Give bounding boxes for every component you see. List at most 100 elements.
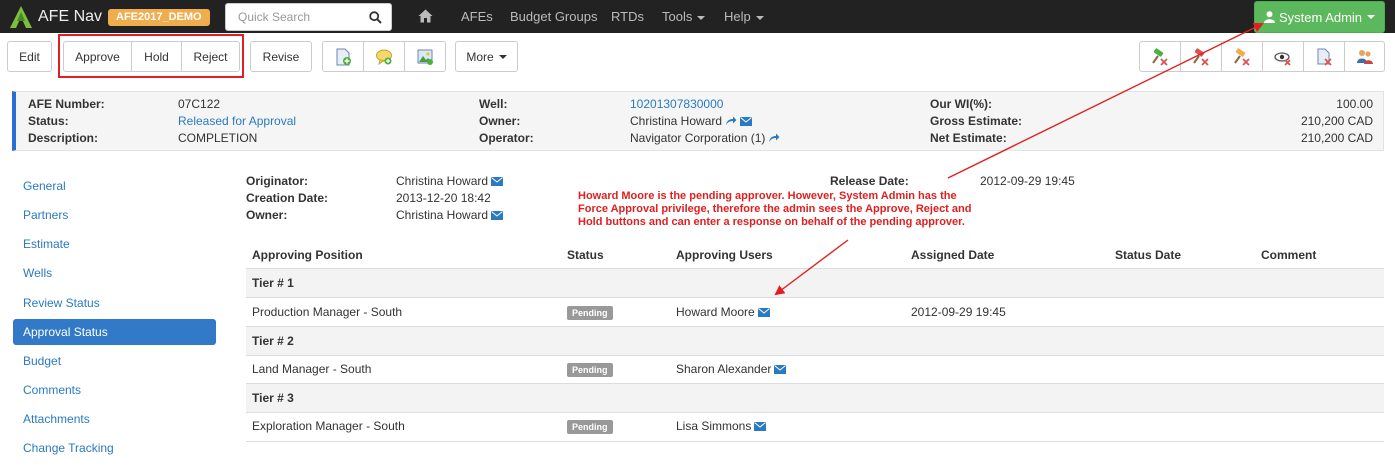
more-dropdown-button[interactable]: More: [455, 41, 518, 72]
nav-help-label: Help: [724, 9, 751, 24]
share-icon[interactable]: [725, 116, 737, 126]
sidebar-item-partners[interactable]: Partners: [13, 202, 216, 228]
sidebar-item-comments[interactable]: Comments: [13, 377, 216, 403]
hide-button[interactable]: [1262, 41, 1304, 72]
nav-budget-groups[interactable]: Budget Groups: [510, 9, 597, 25]
share-icon[interactable]: [768, 133, 780, 143]
gavel-green-icon: [1152, 47, 1168, 66]
image-attachment-icon: [417, 49, 433, 65]
quick-search[interactable]: [225, 3, 392, 31]
well-label: Well:: [479, 97, 508, 111]
annotation-line-3: Hold buttons and can enter a response on…: [578, 216, 965, 228]
sidebar-item-approval-status[interactable]: Approval Status: [13, 319, 216, 345]
approve-all-button[interactable]: [1139, 41, 1181, 72]
add-comment-button[interactable]: [363, 41, 405, 72]
sidebar-item-general[interactable]: General: [13, 173, 216, 199]
tier-group-row: Tier # 3: [246, 384, 1384, 412]
operator-label: Operator:: [479, 131, 534, 145]
reject-all-button[interactable]: [1180, 41, 1222, 72]
originator-value: Christina Howard: [396, 173, 504, 189]
row-divider: [246, 441, 1384, 442]
brand[interactable]: AFE Nav: [9, 5, 102, 29]
approving-position: Production Manager - South: [252, 305, 403, 319]
sidebar-item-wells[interactable]: Wells: [13, 260, 216, 286]
approving-user: Lisa Simmons: [676, 418, 767, 434]
column-header-assigned-date: Assigned Date: [911, 248, 995, 262]
tier-label: Tier # 3: [252, 391, 294, 405]
sidebar-item-budget[interactable]: Budget: [13, 348, 216, 374]
search-input[interactable]: [226, 4, 356, 30]
tier-group-row: Tier # 1: [246, 269, 1384, 297]
users-icon: [1356, 49, 1373, 64]
chevron-down-icon: [1367, 15, 1376, 19]
column-header-status-date: Status Date: [1115, 248, 1182, 262]
add-attachment-button[interactable]: [404, 41, 446, 72]
status-badge: Pending: [567, 306, 613, 320]
release-date-label: Release Date:: [830, 174, 909, 188]
annotation-line-2: Force Approval privilege, therefore the …: [578, 203, 972, 215]
status-badge: Pending: [567, 420, 613, 434]
status-link[interactable]: Released for Approval: [178, 113, 296, 129]
tier-group-row: Tier # 2: [246, 327, 1384, 355]
mail-icon[interactable]: [740, 117, 753, 126]
operator-name: Navigator Corporation (1): [630, 131, 766, 145]
user-menu-button[interactable]: System Admin: [1254, 1, 1385, 33]
row-divider: [246, 412, 1384, 413]
description-label: Description:: [28, 131, 99, 145]
operator-value: Navigator Corporation (1): [630, 130, 780, 146]
mail-icon[interactable]: [774, 365, 787, 374]
details-owner-label: Owner:: [246, 208, 288, 222]
mail-icon[interactable]: [491, 211, 504, 220]
edit-button[interactable]: Edit: [7, 41, 52, 72]
sidebar-item-review-status[interactable]: Review Status: [13, 290, 216, 316]
creation-date-label: Creation Date:: [246, 191, 329, 205]
approving-position: Exploration Manager - South: [252, 419, 405, 433]
nav-tools-label: Tools: [662, 9, 693, 24]
nav-rtds[interactable]: RTDs: [611, 9, 644, 25]
originator-label: Originator:: [246, 174, 308, 188]
nav-afes[interactable]: AFEs: [461, 9, 493, 25]
mail-icon[interactable]: [491, 177, 504, 186]
search-icon[interactable]: [369, 11, 382, 24]
user-name: System Admin: [1278, 9, 1363, 25]
reject-button[interactable]: Reject: [181, 41, 240, 72]
new-document-button[interactable]: [322, 41, 364, 72]
afe-number-label: AFE Number:: [28, 97, 105, 111]
mail-icon[interactable]: [754, 422, 767, 431]
chevron-down-icon: [498, 54, 507, 59]
home-icon[interactable]: [418, 9, 433, 23]
well-link[interactable]: 10201307830000: [630, 96, 723, 112]
gross-estimate-label: Gross Estimate:: [930, 114, 1023, 128]
owner-label: Owner:: [479, 114, 521, 128]
nav-tools[interactable]: Tools: [662, 9, 706, 25]
afe-header-panel: AFE Number: 07C122 Status: Released for …: [12, 91, 1384, 151]
document-remove-icon: [1317, 48, 1332, 66]
sidebar-item-change-tracking[interactable]: Change Tracking: [13, 435, 216, 461]
approve-button[interactable]: Approve: [63, 41, 132, 72]
approving-user: Howard Moore: [676, 304, 770, 320]
annotation-line-1: Howard Moore is the pending approver. Ho…: [578, 190, 957, 202]
column-header-comment: Comment: [1261, 248, 1317, 262]
mail-icon[interactable]: [757, 308, 770, 317]
tier-label: Tier # 1: [252, 276, 294, 290]
remove-document-button[interactable]: [1303, 41, 1345, 72]
column-header-users: Approving Users: [676, 248, 773, 262]
net-estimate-label: Net Estimate:: [930, 131, 1007, 145]
nav-help[interactable]: Help: [724, 9, 764, 25]
hold-button[interactable]: Hold: [131, 41, 182, 72]
users-button[interactable]: [1344, 41, 1385, 72]
sidebar-item-attachments[interactable]: Attachments: [13, 406, 216, 432]
revise-button[interactable]: Revise: [250, 41, 312, 72]
more-label: More: [466, 49, 494, 64]
hold-all-button[interactable]: [1221, 41, 1263, 72]
net-estimate-value: 210,200 CAD: [1300, 131, 1373, 145]
details-owner-name: Christina Howard: [396, 208, 489, 222]
wi-label: Our WI(%):: [930, 97, 992, 111]
gavel-yellow-icon: [1234, 47, 1250, 66]
gavel-red-icon: [1193, 47, 1209, 66]
user-icon: [1263, 11, 1275, 23]
assigned-date: 2012-09-29 19:45: [911, 305, 1006, 319]
status-badge: Pending: [567, 363, 613, 377]
sidebar-item-estimate[interactable]: Estimate: [13, 231, 216, 257]
top-navbar: AFE Nav AFE2017_DEMO AFEs Budget Groups …: [0, 0, 1395, 33]
